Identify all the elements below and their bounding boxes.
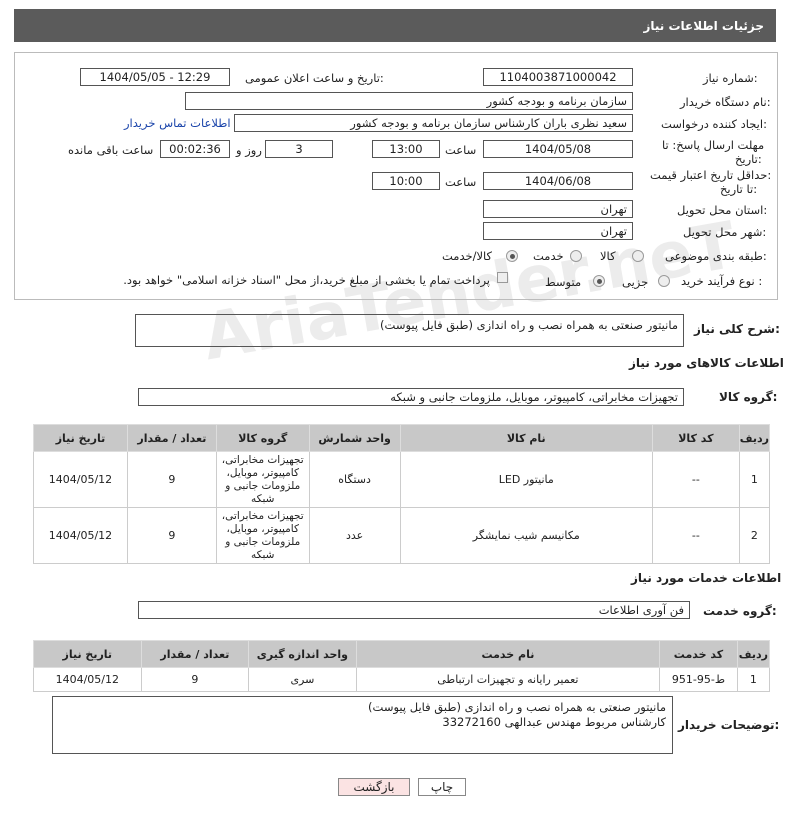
page-title: جزئیات اطلاعات نیاز: [643, 19, 764, 33]
summary-textarea[interactable]: مانیتور صنعتی به همراه نصب و راه اندازی …: [135, 314, 684, 347]
goods-table: ردیف کد کالا نام کالا واحد شمارش گروه کا…: [33, 424, 771, 564]
goods-col-group: گروه کالا: [215, 424, 310, 452]
services-col-idx: ردیف: [736, 640, 771, 668]
process-radio-minor[interactable]: [658, 275, 670, 287]
validity-label: حداقل تاریخ اعتبار قیمت:: [650, 168, 772, 182]
payment-note: پرداخت تمام یا بخشی از مبلغ خرید،از محل …: [123, 273, 490, 287]
goods-col-code: کد کالا: [651, 424, 740, 452]
goods-cell-unit: عدد: [308, 507, 401, 564]
services-col-name: نام خدمت: [355, 640, 661, 668]
goods-cell-qty: 9: [126, 507, 217, 564]
services-col-qty: تعداد / مقدار: [140, 640, 250, 668]
services-cell-name: تعمیر رایانه و تجهیزات ارتباطی: [355, 667, 661, 692]
goods-cell-unit: دستگاه: [308, 451, 401, 508]
validity-time-label: ساعت: [445, 175, 477, 189]
services-row: 1 ط-95-951 تعمیر رایانه و تجهیزات ارتباط…: [33, 667, 771, 692]
page-header: جزئیات اطلاعات نیاز: [14, 9, 776, 42]
buyer-notes-line-2: کارشناس مربوط مهندس عبدالهی 33272160: [442, 715, 666, 729]
services-cell-unit: سری: [248, 667, 357, 692]
buyer-contact-link[interactable]: اطلاعات تماس خریدار: [124, 116, 231, 130]
services-col-date: تاریخ نیاز: [33, 640, 142, 668]
goods-col-qty: تعداد / مقدار: [126, 424, 217, 452]
deadline-label: مهلت ارسال پاسخ: تا: [662, 138, 765, 152]
goods-col-idx: ردیف: [738, 424, 771, 452]
services-col-code: کد خدمت: [659, 640, 738, 668]
days-label: روز و: [236, 143, 262, 157]
services-table: ردیف کد خدمت نام خدمت واحد اندازه گیری ت…: [33, 640, 771, 692]
days-field: 3: [265, 140, 333, 158]
goods-cell-idx: 1: [738, 451, 771, 508]
goods-cell-group: تجهیزات مخابراتی، کامپیوتر، موبایل، ملزو…: [215, 507, 310, 564]
services-cell-date: 1404/05/12: [33, 667, 142, 692]
deadline-date-field: 1404/05/08: [483, 140, 633, 158]
services-cell-code: ط-95-951: [659, 667, 738, 692]
category-label: طبقه بندی موضوعی:: [665, 249, 767, 263]
goods-cell-date: 1404/05/12: [33, 507, 128, 564]
category-option-service: خدمت: [533, 249, 564, 263]
goods-row: 1 -- مانیتور LED دستگاه تجهیزات مخابراتی…: [33, 451, 771, 508]
goods-cell-code: --: [651, 451, 740, 508]
province-field: تهران: [483, 200, 633, 218]
services-col-unit: واحد اندازه گیری: [248, 640, 357, 668]
city-field: تهران: [483, 222, 633, 240]
deadline-time-field: 13:00: [372, 140, 440, 158]
process-option-medium: متوسط: [545, 275, 582, 289]
goods-cell-qty: 9: [126, 451, 217, 508]
category-radio-service[interactable]: [570, 250, 582, 262]
validity-label-2: تا تاریخ:: [720, 182, 758, 196]
services-cell-idx: 1: [736, 667, 771, 692]
validity-time-field: 10:00: [372, 172, 440, 190]
goods-group-field: تجهیزات مخابراتی، کامپیوتر، موبایل، ملزو…: [138, 388, 684, 406]
remaining-time-field: 00:02:36: [160, 140, 230, 158]
goods-col-unit: واحد شمارش: [308, 424, 401, 452]
creator-field: سعید نظری باران کارشناس سازمان برنامه و …: [234, 114, 633, 132]
deadline-time-label: ساعت: [445, 143, 477, 157]
process-option-minor: جزیی: [622, 275, 649, 289]
summary-text: مانیتور صنعتی به همراه نصب و راه اندازی …: [380, 318, 678, 332]
buyer-notes-line-1: مانیتور صنعتی به همراه نصب و راه اندازی …: [368, 700, 666, 714]
process-radio-medium[interactable]: [593, 275, 605, 287]
buyer-org-label: نام دستگاه خریدار:: [680, 95, 771, 109]
goods-cell-group: تجهیزات مخابراتی، کامپیوتر، موبایل، ملزو…: [215, 451, 310, 508]
goods-group-label: گروه کالا:: [719, 390, 778, 404]
validity-date-field: 1404/06/08: [483, 172, 633, 190]
buyer-org-field: سازمان برنامه و بودجه کشور: [185, 92, 633, 110]
province-label: استان محل تحویل:: [677, 203, 768, 217]
category-radio-goods[interactable]: [632, 250, 644, 262]
services-cell-qty: 9: [140, 667, 250, 692]
goods-cell-name: مانیتور LED: [399, 451, 653, 508]
category-option-goods-service: کالا/خدمت: [442, 249, 493, 263]
category-radio-goods-service[interactable]: [506, 250, 518, 262]
goods-row: 2 -- مکانیسم شیب نمایشگر عدد تجهیزات مخا…: [33, 507, 771, 564]
treasury-checkbox[interactable]: [497, 272, 508, 283]
summary-label: شرح کلی نیاز:: [694, 322, 780, 336]
process-label: نوع فرآیند خرید :: [681, 274, 763, 288]
category-option-goods: کالا: [600, 249, 616, 263]
need-number-field: 1104003871000042: [483, 68, 633, 86]
print-button[interactable]: چاپ: [418, 778, 466, 796]
services-section-title: اطلاعات خدمات مورد نیاز: [631, 571, 782, 585]
remaining-label: ساعت باقی مانده: [68, 143, 154, 157]
deadline-label-2: تاریخ:: [735, 152, 762, 166]
buyer-notes-label: توضیحات خریدار:: [678, 718, 780, 732]
announce-label: تاریخ و ساعت اعلان عمومی:: [245, 71, 384, 85]
goods-section-title: اطلاعات کالاهای مورد نیاز: [629, 356, 784, 370]
goods-cell-name: مکانیسم شیب نمایشگر: [399, 507, 653, 564]
announce-field: 1404/05/05 - 12:29: [80, 68, 230, 86]
goods-cell-idx: 2: [738, 507, 771, 564]
goods-cell-date: 1404/05/12: [33, 451, 128, 508]
need-number-label: شماره نیاز:: [703, 71, 758, 85]
goods-col-name: نام کالا: [399, 424, 653, 452]
services-group-field: فن آوری اطلاعات: [138, 601, 690, 619]
creator-label: ایجاد کننده درخواست:: [661, 117, 767, 131]
back-button[interactable]: بازگشت: [338, 778, 410, 796]
buyer-notes-textarea[interactable]: مانیتور صنعتی به همراه نصب و راه اندازی …: [52, 696, 673, 754]
city-label: شهر محل تحویل:: [683, 225, 767, 239]
goods-col-date: تاریخ نیاز: [33, 424, 128, 452]
goods-cell-code: --: [651, 507, 740, 564]
services-group-label: گروه خدمت:: [703, 604, 777, 618]
